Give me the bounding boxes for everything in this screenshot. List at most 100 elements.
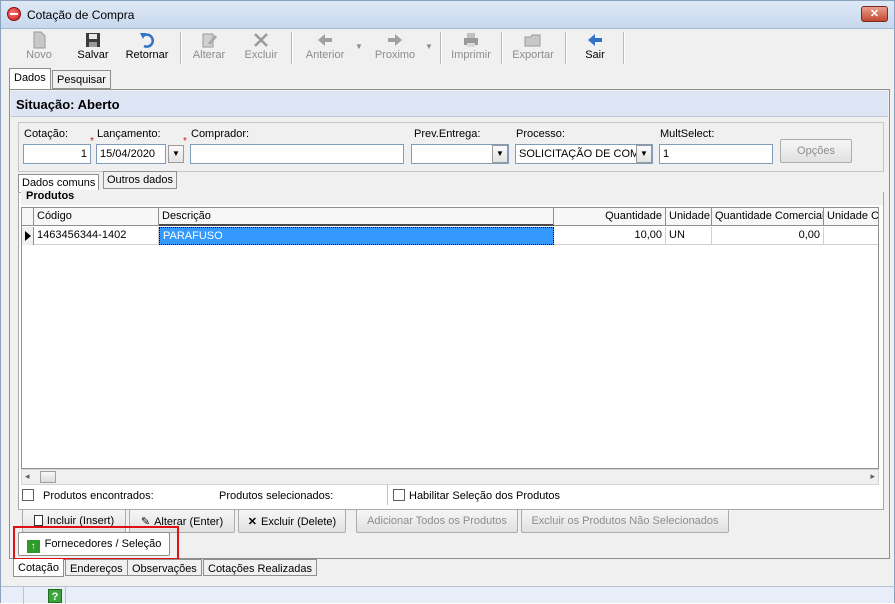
toolbar-separator (291, 32, 293, 64)
fornecedores-selecao-label: Fornecedores / Seleção (44, 538, 162, 550)
column-header-unidade-c[interactable]: Unidade C (824, 208, 878, 226)
column-header-qtd-comercial[interactable]: Quantidade Comercial (712, 208, 824, 226)
sair-label: Sair (585, 49, 605, 61)
opcoes-button[interactable]: Opções (780, 139, 852, 163)
new-page-icon (33, 515, 43, 526)
cotacao-label: Cotação: (24, 128, 69, 140)
cell-unidade-c[interactable] (824, 227, 878, 245)
excluir-nao-selecionados-button[interactable]: Excluir os Produtos Não Selecionados (521, 509, 729, 533)
toolbar-separator (440, 32, 442, 64)
alterar-button[interactable]: Alterar (189, 30, 229, 66)
scroll-right-icon[interactable]: ▸ (870, 471, 875, 482)
excluir-item-button[interactable]: ✕ Excluir (Delete) (238, 509, 346, 533)
situacao-header: Situação: Aberto (11, 91, 888, 117)
exportar-label: Exportar (512, 49, 554, 61)
window-title: Cotação de Compra (27, 8, 135, 22)
cell-codigo[interactable]: 1463456344-1402 (34, 227, 159, 245)
divider (387, 485, 388, 505)
tab-cotacoes-realizadas[interactable]: Cotações Realizadas (203, 559, 317, 576)
window: Cotação de Compra ✕ Novo Salvar Retornar… (0, 0, 895, 604)
table-row[interactable]: 1463456344-1402 PARAFUSO 10,00 UN 0,00 (22, 227, 878, 245)
anterior-dropdown-icon[interactable]: ▼ (355, 42, 363, 51)
status-divider (65, 587, 66, 604)
cotacao-field[interactable]: 1 (23, 144, 91, 164)
tab-cotacao[interactable]: Cotação (13, 559, 64, 577)
produtos-title: Produtos (21, 190, 883, 205)
toolbar-separator (501, 32, 503, 64)
anterior-button[interactable]: Anterior (301, 30, 349, 66)
save-icon (86, 33, 100, 47)
alterar-label: Alterar (192, 49, 226, 61)
app-icon (7, 7, 21, 21)
toolbar-separator (180, 32, 182, 64)
horizontal-scrollbar[interactable]: ◂ ▸ (21, 469, 879, 485)
sair-button[interactable]: Sair (575, 30, 615, 66)
multselect-label: MultSelect: (660, 128, 715, 140)
column-header-unidade[interactable]: Unidade (666, 208, 712, 226)
salvar-label: Salvar (77, 49, 109, 61)
cell-descricao[interactable]: PARAFUSO (159, 227, 554, 245)
prev-entrega-dropdown-icon[interactable]: ▼ (492, 145, 508, 163)
status-bar: ? (1, 586, 894, 604)
retornar-label: Retornar (125, 49, 169, 61)
exit-arrow-icon (588, 34, 602, 46)
multselect-field[interactable]: 1 (659, 144, 773, 164)
scroll-thumb[interactable] (40, 471, 56, 483)
required-marker: * (90, 136, 94, 147)
arrow-up-green-icon: ↑ (26, 540, 40, 553)
help-icon[interactable]: ? (48, 589, 62, 603)
salvar-button[interactable]: Salvar (73, 30, 113, 66)
cell-quantidade[interactable]: 10,00 (554, 227, 666, 245)
title-bar: Cotação de Compra ✕ (1, 1, 894, 29)
status-divider (23, 587, 24, 604)
scroll-left-icon[interactable]: ◂ (25, 471, 30, 482)
cell-unidade[interactable]: UN (666, 227, 712, 245)
toolbar: Novo Salvar Retornar Alterar Excluir Ant… (5, 30, 890, 66)
arrow-right-icon (388, 34, 402, 46)
column-header-descricao[interactable]: Descrição (159, 208, 554, 226)
anterior-label: Anterior (305, 49, 345, 61)
subtab-outros-dados[interactable]: Outros dados (103, 171, 178, 189)
fornecedores-selecao-tab[interactable]: ↑ Fornecedores / Seleção (18, 532, 170, 556)
arrow-left-icon (318, 34, 332, 46)
select-all-checkbox[interactable] (22, 489, 34, 501)
row-indicator-header (22, 208, 34, 226)
proximo-button[interactable]: Proximo (371, 30, 419, 66)
novo-label: Novo (26, 49, 52, 61)
exportar-button[interactable]: Exportar (509, 30, 557, 66)
adicionar-todos-button[interactable]: Adicionar Todos os Produtos (356, 509, 518, 533)
lancamento-dropdown-icon[interactable]: ▼ (168, 145, 184, 163)
lancamento-field[interactable]: 15/04/2020 (96, 144, 166, 164)
tab-observacoes[interactable]: Observações (127, 559, 202, 576)
delete-icon (254, 33, 268, 47)
excluir-label: Excluir (244, 49, 278, 61)
tab-dados[interactable]: Dados (9, 68, 51, 89)
produtos-group: Produtos Código Descrição Quantidade Uni… (18, 190, 884, 510)
close-button[interactable]: ✕ (861, 6, 888, 22)
processo-dropdown-icon[interactable]: ▼ (636, 145, 652, 163)
toolbar-separator (565, 32, 567, 64)
comprador-field[interactable] (190, 144, 404, 164)
tab-enderecos[interactable]: Endereços (65, 559, 128, 576)
habilitar-selecao-label: Habilitar Seleção dos Produtos (409, 490, 561, 502)
excluir-button[interactable]: Excluir (241, 30, 281, 66)
cell-qtd-comercial[interactable]: 0,00 (712, 227, 824, 245)
required-marker: * (183, 136, 187, 147)
prev-entrega-label: Prev.Entrega: (414, 128, 481, 140)
produtos-grid[interactable]: Código Descrição Quantidade Unidade Quan… (21, 207, 879, 469)
comprador-label: Comprador: (191, 128, 250, 140)
proximo-dropdown-icon[interactable]: ▼ (425, 42, 433, 51)
habilitar-selecao-checkbox[interactable] (393, 489, 405, 501)
processo-select[interactable]: SOLICITAÇÃO DE COM (515, 144, 653, 164)
tab-pesquisar[interactable]: Pesquisar (52, 70, 111, 89)
grid-header: Código Descrição Quantidade Unidade Quan… (22, 208, 878, 226)
excluir-item-label: Excluir (Delete) (261, 516, 337, 528)
lancamento-label: Lançamento: (97, 128, 161, 140)
edit-icon (202, 33, 217, 48)
imprimir-label: Imprimir (451, 49, 491, 61)
novo-button[interactable]: Novo (19, 30, 59, 66)
column-header-codigo[interactable]: Código (34, 208, 159, 226)
retornar-button[interactable]: Retornar (123, 30, 171, 66)
imprimir-button[interactable]: Imprimir (449, 30, 493, 66)
column-header-quantidade[interactable]: Quantidade (554, 208, 666, 226)
